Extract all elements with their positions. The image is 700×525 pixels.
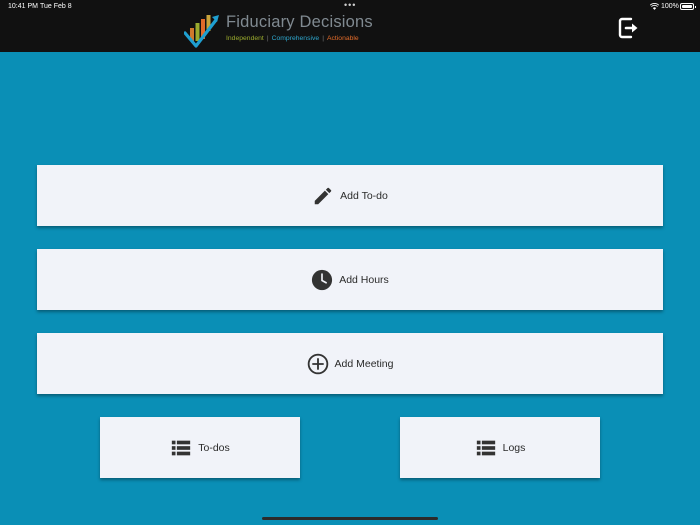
- add-hours-button[interactable]: Add Hours: [37, 249, 663, 310]
- multitasking-dots[interactable]: •••: [344, 0, 356, 10]
- add-todo-button[interactable]: Add To-do: [37, 165, 663, 226]
- list-icon: [476, 440, 495, 455]
- add-hours-label: Add Hours: [339, 273, 389, 286]
- logs-button[interactable]: Logs: [400, 417, 600, 478]
- clock-icon: [312, 269, 333, 290]
- todos-label: To-dos: [198, 441, 230, 454]
- logout-icon[interactable]: [616, 15, 642, 41]
- list-icon: [172, 440, 191, 455]
- logo-icon: [184, 15, 219, 48]
- status-time: 10:41 PM: [8, 3, 38, 10]
- battery-icon: [680, 3, 696, 10]
- add-todo-label: Add To-do: [340, 189, 388, 202]
- tagline-actionable: Actionable: [326, 35, 359, 42]
- add-meeting-label: Add Meeting: [334, 357, 394, 370]
- tagline-separator: |: [322, 35, 324, 42]
- brand-tagline: Independent | Comprehensive | Actionable: [226, 35, 359, 42]
- plus-circle-icon: [307, 353, 328, 374]
- home-indicator[interactable]: [262, 517, 438, 520]
- top-bar: 10:41 PM Tue Feb 8 ••• 100% Fiduciary De…: [0, 0, 700, 52]
- brand-name: Fiduciary Decisions: [226, 13, 373, 31]
- tagline-comprehensive: Comprehensive: [271, 35, 320, 42]
- tagline-independent: Independent: [226, 35, 264, 42]
- add-meeting-button[interactable]: Add Meeting: [37, 333, 663, 394]
- todos-button[interactable]: To-dos: [100, 417, 300, 478]
- tagline-separator: |: [266, 35, 269, 42]
- battery-percentage: 100%: [661, 3, 679, 10]
- status-date: Tue Feb 8: [40, 3, 72, 10]
- wifi-icon: [650, 3, 659, 10]
- logs-label: Logs: [502, 441, 526, 454]
- pencil-icon: [314, 187, 332, 204]
